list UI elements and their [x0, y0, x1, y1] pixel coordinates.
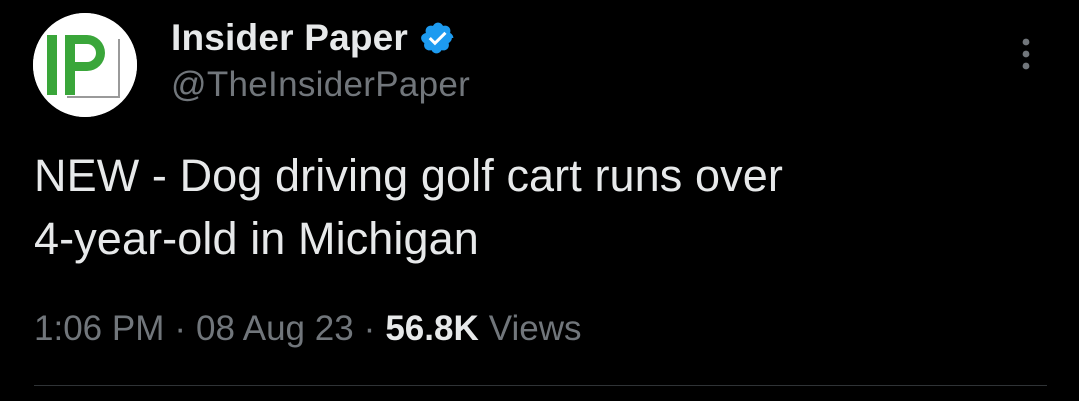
tweet-date[interactable]: 08 Aug 23 [196, 309, 354, 349]
author-handle[interactable]: @TheInsiderPaper [171, 65, 470, 105]
verified-badge-icon[interactable] [420, 19, 458, 57]
tweet-card: Insider Paper @TheInsiderPaper NEW - Dog… [0, 0, 1079, 401]
tweet-time[interactable]: 1:06 PM [34, 309, 164, 349]
divider [34, 385, 1047, 386]
views-label[interactable]: Views [489, 309, 582, 349]
more-options-button[interactable] [1006, 34, 1046, 74]
display-name[interactable]: Insider Paper [171, 17, 408, 59]
author-row: Insider Paper [171, 14, 458, 62]
meta-separator: · [363, 309, 376, 348]
tweet-meta: 1:06 PM · 08 Aug 23 · 56.8K Views [34, 305, 581, 353]
tweet-text: NEW - Dog driving golf cart runs over 4-… [34, 150, 783, 264]
views-count[interactable]: 56.8K [385, 309, 478, 349]
more-options-icon [1022, 38, 1030, 70]
insider-paper-logo-icon [33, 13, 137, 117]
avatar[interactable] [33, 13, 137, 117]
meta-separator: · [174, 309, 187, 348]
